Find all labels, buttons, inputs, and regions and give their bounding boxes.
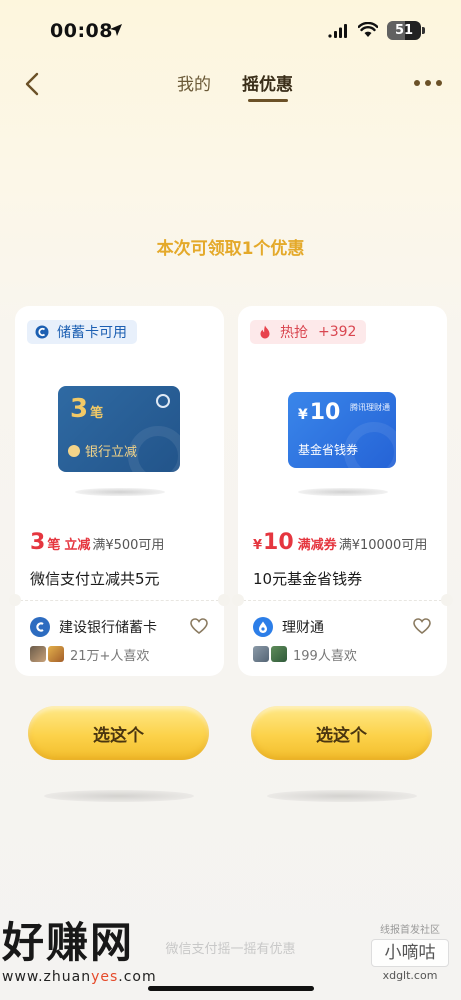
offer-card-fund[interactable]: 热抢 +392 ¥10 腾讯理财通 基金省钱券 ¥ 10 满减券 满¥10000… [232,306,453,676]
fund-brand: 腾讯理财通 [350,403,390,412]
battery-icon: 51 [387,21,425,40]
price-condition: 满¥10000可用 [338,538,428,553]
check-circle-icon [68,444,80,457]
watermark-logo-right: 线报首发社区 小嘀咕 xdglt.com [371,921,449,982]
status-bar: 00:08 51 [0,0,461,62]
avatar [30,646,46,662]
fund-currency: ¥ [298,407,308,423]
fund-coupon-image: ¥10 腾讯理财通 基金省钱券 [288,392,396,468]
choose-right-button[interactable]: 选这个 [251,706,432,760]
watermark-url-pre: www.zhuan [2,969,92,985]
offer-card-ccb[interactable]: 储蓄卡可用 3笔 银行立减 3 笔 立减 满¥500可用 微信支付立减共5元 建… [9,306,230,676]
coupon-subtitle: 银行立减 [85,445,138,460]
likes-row: 21万+人喜欢 [30,644,149,664]
avatar [253,646,269,662]
heart-favorite-icon[interactable] [190,618,208,634]
heart-favorite-icon[interactable] [413,618,431,634]
ccb-logo-icon [35,325,49,339]
battery-level: 51 [394,23,414,38]
flame-icon [260,325,270,339]
offer-headline: 本次可领取1个优惠 [156,239,305,259]
back-chevron-icon[interactable] [22,71,42,97]
price-line: 3 笔 立减 满¥500可用 [30,530,164,555]
price-value: 3 [30,530,46,555]
likes-row: 199人喜欢 [253,644,357,664]
likes-count: 21万+人喜欢 [70,648,150,664]
price-value: 10 [263,530,294,555]
brand-row: 建设银行储蓄卡 [30,616,212,638]
coupon-count: 3 [70,394,89,424]
avatar [271,646,287,662]
price-tag: 满减券 [297,538,337,553]
cellular-signal-icon [328,24,347,38]
bank-coupon-image: 3笔 银行立减 [58,386,180,472]
badge-label: 储蓄卡可用 [57,325,127,341]
location-arrow-icon [110,24,122,36]
watermark-url: xdglt.com [382,969,438,982]
watermark-name: 小嘀咕 [371,939,449,967]
fund-coupon-name: 基金省钱券 [298,443,359,457]
watermark-url-post: .com [118,969,157,985]
fund-amount: 10 [309,400,341,425]
licaitong-logo-icon [253,617,273,637]
watermark-url-mid: yes [91,969,119,985]
coupon-count-unit: 笔 [90,406,104,421]
tab-mine[interactable]: 我的 [177,70,211,95]
active-tab-underline [248,99,288,102]
wifi-icon [358,22,378,37]
offer-title: 微信支付立减共5元 [30,570,160,588]
choose-left-button[interactable]: 选这个 [28,706,209,760]
hot-count: +392 [318,324,357,340]
watermark-title: 好赚网 [2,918,135,967]
more-dots-icon[interactable] [414,80,442,88]
price-currency: ¥ [253,538,263,553]
likes-count: 199人喜欢 [293,648,357,664]
home-indicator[interactable] [148,986,314,991]
badge-label: 热抢 [280,325,308,341]
price-unit: 笔 [47,538,61,553]
tab-shake-discount[interactable]: 摇优惠 [242,70,293,95]
brand-name: 理财通 [282,620,324,636]
ccb-mark-icon [156,394,170,408]
watermark-logo-left: 好赚网 www.zhuanyes.com [2,918,192,985]
price-line: ¥ 10 满减券 满¥10000可用 [253,530,427,555]
price-condition: 满¥500可用 [92,538,165,553]
avatar [48,646,64,662]
status-time: 00:08 [50,20,113,42]
brand-name: 建设银行储蓄卡 [59,620,157,636]
offer-title: 10元基金省钱券 [253,570,363,588]
watermark-subtitle: 线报首发社区 [380,925,440,936]
debit-card-badge: 储蓄卡可用 [27,320,137,344]
hot-badge: 热抢 +392 [250,320,367,344]
price-tag: 立减 [64,538,91,553]
ccb-bank-logo-icon [30,617,50,637]
brand-row: 理财通 [253,616,435,638]
